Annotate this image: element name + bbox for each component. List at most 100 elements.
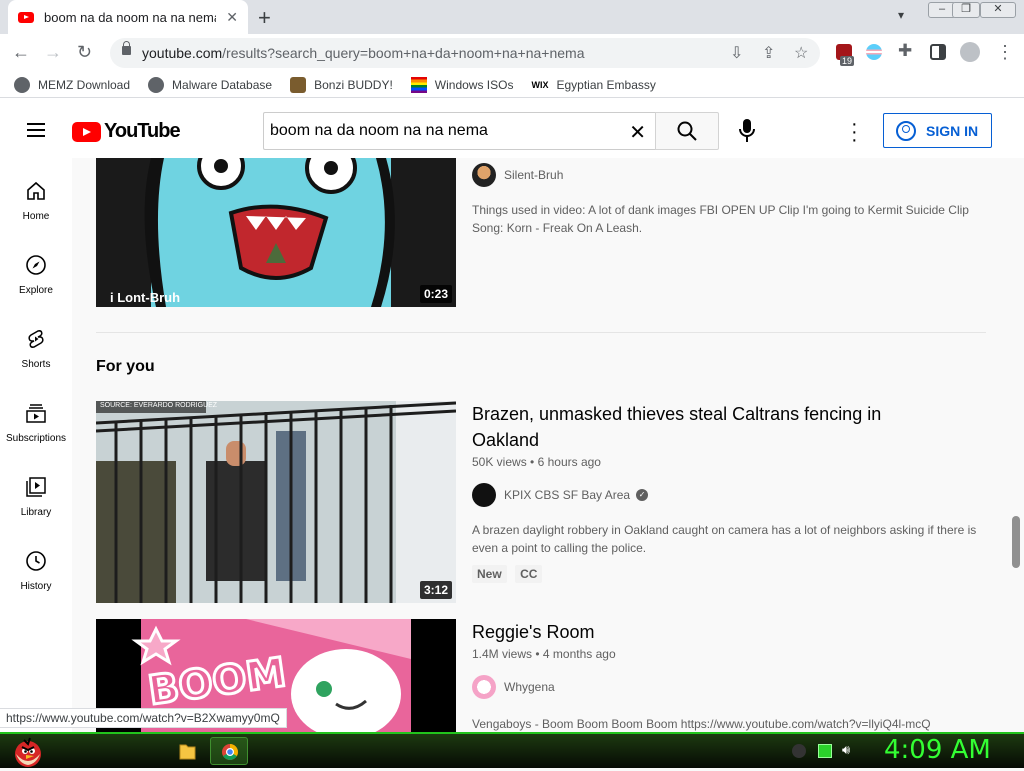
settings-more-icon[interactable]: · · ·	[851, 114, 858, 150]
search-box: ✕	[263, 112, 656, 150]
youtube-logo[interactable]: YouTube	[72, 120, 181, 143]
bookmarks-bar: MEMZ Download Malware Database Bonzi BUD…	[0, 72, 1024, 98]
video-description: Vengaboys - Boom Boom Boom Boom https://…	[472, 717, 931, 731]
url-path: /results?search_query=boom+na+da+noom+na…	[222, 45, 585, 61]
profile-avatar-icon[interactable]	[960, 42, 980, 62]
sidebar-item-label: History	[20, 581, 52, 592]
bookmark-memz[interactable]: MEMZ Download	[14, 76, 130, 93]
bookmark-label: Bonzi BUDDY!	[314, 77, 393, 92]
back-arrow-icon[interactable]: ←	[12, 42, 30, 63]
sidebar-item-library[interactable]: Library	[0, 460, 72, 530]
channel-avatar	[472, 163, 496, 187]
tray-network-icon[interactable]	[792, 744, 806, 758]
hamburger-menu-icon[interactable]	[27, 123, 45, 137]
microphone-icon[interactable]	[738, 118, 756, 144]
start-button-angry-bird-icon[interactable]	[6, 734, 46, 768]
lock-icon[interactable]	[122, 41, 131, 55]
flag-extension-icon[interactable]	[866, 44, 882, 60]
section-divider	[96, 332, 986, 333]
browser-toolbar: ← → ↻ youtube.com/results?search_query=b…	[0, 34, 1024, 72]
sign-in-button[interactable]: SIGN IN	[883, 113, 992, 148]
upload-age: 4 months ago	[542, 647, 616, 661]
bookmark-star-icon[interactable]: ☆	[794, 43, 808, 63]
youtube-wordmark: YouTube	[104, 120, 181, 142]
video-description: A brazen daylight robbery in Oakland cau…	[472, 523, 977, 555]
browser-menu-icon[interactable]: ⋮	[996, 42, 1014, 63]
sidebar-item-history[interactable]: History	[0, 534, 72, 604]
globe-icon	[148, 76, 165, 93]
account-circle-icon	[896, 120, 916, 141]
sign-in-label: SIGN IN	[926, 122, 979, 139]
wix-icon: WIX	[531, 79, 549, 90]
taskbar-file-explorer[interactable]	[168, 737, 206, 765]
video-title-link[interactable]: Reggie's Room	[472, 619, 902, 645]
sidebar-item-label: Shorts	[21, 359, 51, 370]
extension-badge: 19	[840, 56, 855, 66]
thumbnail-caption: i Lont-Bruh	[110, 290, 181, 305]
meta-separator: •	[535, 647, 543, 661]
sidebar-item-explore[interactable]: Explore	[0, 238, 72, 308]
upload-age: 6 hours ago	[537, 455, 601, 469]
tray-monitor-icon[interactable]	[818, 744, 832, 758]
taskbar-chrome[interactable]	[210, 737, 248, 765]
clear-search-icon[interactable]: ✕	[629, 120, 646, 145]
new-tab-icon[interactable]: +	[258, 5, 271, 31]
bookmark-label: Egyptian Embassy	[556, 77, 656, 92]
bookmark-malware-db[interactable]: Malware Database	[148, 76, 273, 93]
tab-close-icon[interactable]: ✕	[226, 9, 238, 26]
youtube-play-icon	[72, 121, 101, 142]
tray-volume-icon[interactable]: 🔊︎	[842, 742, 856, 757]
restore-icon[interactable]: ❐	[952, 2, 980, 18]
globe-icon	[14, 76, 30, 93]
channel-link-kpix[interactable]: KPIX CBS SF Bay Area ✓	[472, 483, 649, 507]
share-icon[interactable]: ⇪	[762, 43, 775, 63]
channel-name: Whygena	[504, 680, 555, 694]
gumball-thumbnail-image	[144, 158, 395, 307]
sidebar-item-label: Library	[20, 507, 52, 518]
forward-arrow-icon[interactable]: →	[44, 42, 62, 63]
view-count: 1.4M views	[472, 647, 533, 661]
folder-icon	[179, 744, 196, 760]
bookmark-egyptian-embassy[interactable]: WIX Egyptian Embassy	[531, 78, 655, 92]
address-bar[interactable]: youtube.com/results?search_query=boom+na…	[110, 38, 820, 68]
bookmark-windows-isos[interactable]: Windows ISOs	[410, 76, 513, 93]
search-input[interactable]	[264, 113, 614, 149]
bookmark-label: Malware Database	[172, 77, 273, 92]
tab-youtube[interactable]: boom na da noom na na nema - ✕	[8, 0, 248, 34]
install-app-icon[interactable]: ⇩	[730, 43, 743, 63]
search-results: i Lont-Bruh 0:23 Silent-Bruh Things used…	[72, 158, 1024, 732]
video-metadata: 50K views • 6 hours ago	[472, 455, 601, 469]
shorts-icon	[28, 330, 44, 348]
sidebar-item-shorts[interactable]: Shorts	[0, 312, 72, 382]
sidebar-item-label: Home	[22, 211, 50, 222]
video-thumbnail-oakland[interactable]: SOURCE: EVERARDO RODRIGUEZ 3:12	[96, 401, 456, 603]
bookmark-bonzi[interactable]: Bonzi BUDDY!	[290, 76, 393, 93]
side-panel-icon[interactable]	[930, 44, 946, 60]
section-title: For you	[96, 358, 155, 375]
oakland-thumbnail-image	[96, 401, 456, 603]
new-badge: New	[472, 565, 507, 583]
url-host: youtube.com	[142, 45, 223, 61]
thumbnail-source-caption: SOURCE: EVERARDO RODRIGUEZ	[100, 402, 218, 409]
tab-strip: boom na da noom na na nema - ✕ + ▾ – ❐ ✕	[0, 0, 1024, 34]
bonzi-icon	[290, 76, 307, 93]
search-button[interactable]	[655, 112, 719, 150]
taskbar-clock[interactable]: 4:09 AM	[884, 735, 991, 765]
reload-icon[interactable]: ↻	[77, 42, 92, 63]
video-badges: New CC	[472, 565, 546, 583]
page-scrollbar-thumb[interactable]	[1012, 516, 1020, 568]
channel-link-whygena[interactable]: Whygena	[472, 675, 555, 699]
sidebar-item-label: Subscriptions	[5, 433, 67, 444]
puzzle-extensions-icon[interactable]: ✚	[898, 41, 912, 61]
tab-search-chevron-icon[interactable]: ▾	[898, 8, 904, 22]
channel-link-silent-bruh[interactable]: Silent-Bruh	[472, 163, 563, 187]
window-close-icon[interactable]: ✕	[980, 2, 1016, 18]
sidebar-item-subscriptions[interactable]: Subscriptions	[0, 386, 72, 456]
channel-name: Silent-Bruh	[504, 168, 564, 182]
address-url[interactable]: youtube.com/results?search_query=boom+na…	[142, 45, 585, 61]
video-title-link[interactable]: Brazen, unmasked thieves steal Caltrans …	[472, 401, 902, 453]
sidebar-item-home[interactable]: Home	[0, 164, 72, 234]
video-thumbnail-gumball[interactable]: i Lont-Bruh 0:23	[96, 158, 456, 307]
video-description: Things used in video: A lot of dank imag…	[472, 203, 969, 235]
channel-name: KPIX CBS SF Bay Area	[504, 488, 631, 502]
